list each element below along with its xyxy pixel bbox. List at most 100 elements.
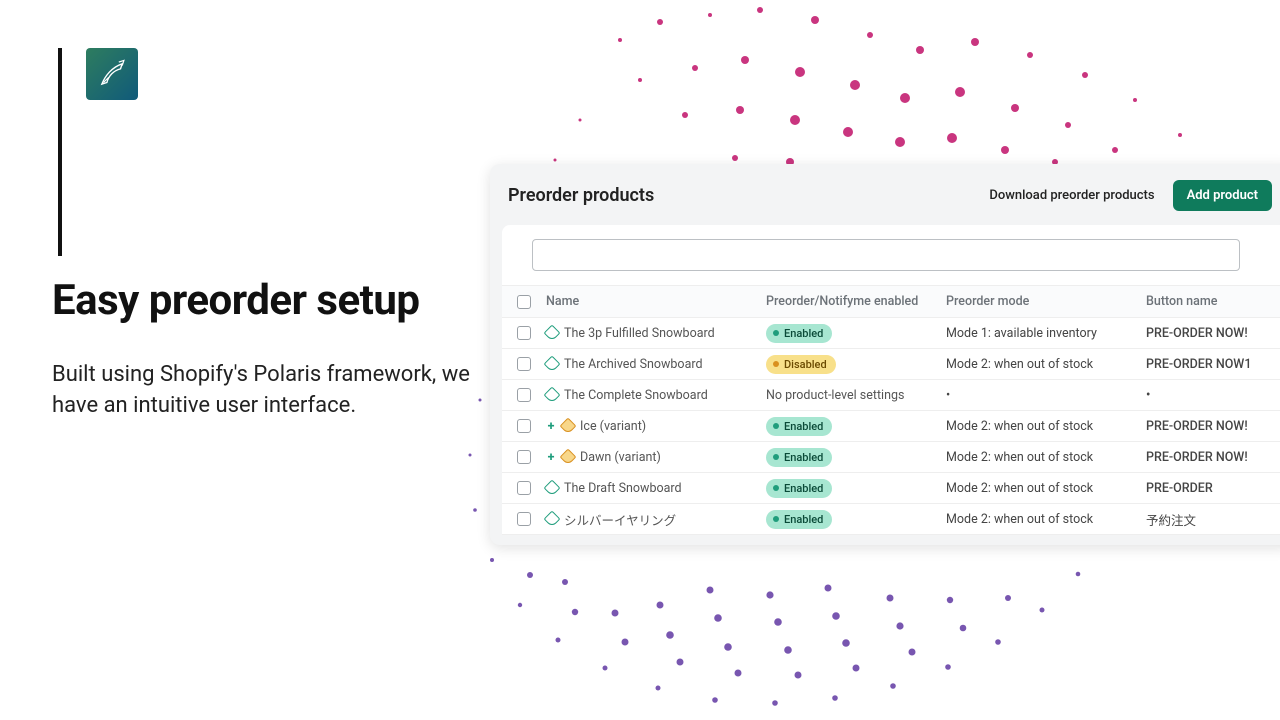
button-name: PRE-ORDER NOW1	[1146, 357, 1280, 372]
search-row	[502, 225, 1280, 285]
product-tag-icon	[544, 480, 561, 497]
row-checkbox-cell	[502, 481, 546, 495]
status-dot-icon	[773, 516, 779, 522]
hero-subhead: Built using Shopify's Polaris framework,…	[52, 360, 492, 422]
row-checkbox-cell	[502, 326, 546, 340]
preorder-mode: Mode 1: available inventory	[946, 326, 1146, 341]
add-product-button[interactable]: Add product	[1173, 180, 1272, 211]
table-row[interactable]: + Ice (variant) Enabled Mode 2: when out of…	[502, 411, 1280, 442]
status-cell: Enabled	[766, 510, 946, 529]
status-cell: Enabled	[766, 448, 946, 467]
button-name: PRE-ORDER NOW!	[1146, 326, 1280, 341]
table-row[interactable]: The Draft Snowboard Enabled Mode 2: when o…	[502, 473, 1280, 504]
row-checkbox[interactable]	[517, 450, 531, 464]
status-dot-icon	[773, 485, 779, 491]
variant-tag-icon	[560, 449, 577, 466]
status-label: Enabled	[784, 513, 823, 526]
product-tag-icon	[544, 387, 561, 404]
product-tag-icon	[544, 325, 561, 342]
row-checkbox-cell	[502, 419, 546, 433]
status-cell: Enabled	[766, 479, 946, 498]
product-name: The Archived Snowboard	[564, 357, 703, 372]
select-all-checkbox[interactable]	[517, 295, 531, 309]
product-name-cell: The Complete Snowboard	[546, 388, 766, 403]
preorder-mode: Mode 2: when out of stock	[946, 357, 1146, 372]
row-checkbox-cell	[502, 388, 546, 402]
table-row[interactable]: The Complete Snowboard No product-level s…	[502, 380, 1280, 411]
preorder-mode: Mode 2: when out of stock	[946, 512, 1146, 527]
row-checkbox[interactable]	[517, 419, 531, 433]
product-tag-icon	[544, 511, 561, 528]
hero-headline: Easy preorder setup	[52, 278, 420, 324]
product-name: The 3p Fulfilled Snowboard	[564, 326, 715, 341]
preorder-mode: Mode 2: when out of stock	[946, 481, 1146, 496]
row-checkbox[interactable]	[517, 357, 531, 371]
row-checkbox[interactable]	[517, 326, 531, 340]
search-input[interactable]	[532, 239, 1240, 271]
row-checkbox-cell	[502, 357, 546, 371]
status-badge: Enabled	[766, 510, 832, 529]
table-row[interactable]: シルバーイヤリング Enabled Mode 2: when out of stoc…	[502, 504, 1280, 535]
status-badge: Enabled	[766, 448, 832, 467]
status-label: Enabled	[784, 420, 823, 433]
status-badge: Enabled	[766, 417, 832, 436]
status-label: Disabled	[784, 358, 827, 371]
product-name: シルバーイヤリング	[564, 510, 676, 529]
products-table: Name Preorder/Notifyme enabled Preorder …	[502, 285, 1280, 535]
download-preorder-link[interactable]: Download preorder products	[989, 188, 1154, 203]
select-all-cell	[502, 295, 546, 309]
product-name: Ice (variant)	[580, 419, 646, 434]
table-row[interactable]: + Dawn (variant) Enabled Mode 2: when out o…	[502, 442, 1280, 473]
rocket-leaf-icon	[95, 57, 129, 91]
table-row[interactable]: The 3p Fulfilled Snowboard Enabled Mode 1:…	[502, 318, 1280, 349]
col-mode: Preorder mode	[946, 294, 1146, 309]
product-name-cell: + Dawn (variant)	[546, 450, 766, 465]
row-checkbox[interactable]	[517, 512, 531, 526]
table-row[interactable]: The Archived Snowboard Disabled Mode 2: wh…	[502, 349, 1280, 380]
accent-vertical-bar	[58, 48, 62, 256]
product-name-cell: The Draft Snowboard	[546, 481, 766, 496]
button-name: PRE-ORDER NOW!	[1146, 450, 1280, 465]
status-dot-icon	[773, 423, 779, 429]
status-badge: Enabled	[766, 324, 832, 343]
panel-title: Preorder products	[508, 185, 989, 206]
row-checkbox-cell	[502, 512, 546, 526]
button-name: 予約注文	[1146, 510, 1280, 529]
app-logo	[86, 48, 138, 100]
status-label: Enabled	[784, 327, 823, 340]
table-header-row: Name Preorder/Notifyme enabled Preorder …	[502, 286, 1280, 318]
preorder-mode: Mode 2: when out of stock	[946, 419, 1146, 434]
status-cell: Disabled	[766, 355, 946, 374]
product-name: The Draft Snowboard	[564, 481, 682, 496]
status-cell: Enabled	[766, 324, 946, 343]
panel-header: Preorder products Download preorder prod…	[490, 164, 1280, 225]
preorder-mode: •	[946, 388, 1146, 403]
status-dot-icon	[773, 361, 779, 367]
row-checkbox[interactable]	[517, 481, 531, 495]
expand-icon[interactable]: +	[546, 450, 556, 465]
status-dot-icon	[773, 330, 779, 336]
status-label: Enabled	[784, 482, 823, 495]
row-checkbox-cell	[502, 450, 546, 464]
status-cell: Enabled	[766, 417, 946, 436]
product-name-cell: The 3p Fulfilled Snowboard	[546, 326, 766, 341]
status-badge: Disabled	[766, 355, 836, 374]
status-badge: Enabled	[766, 479, 832, 498]
preorder-mode: Mode 2: when out of stock	[946, 450, 1146, 465]
expand-icon[interactable]: +	[546, 419, 556, 434]
product-name-cell: シルバーイヤリング	[546, 510, 766, 529]
button-name: PRE-ORDER	[1146, 481, 1280, 496]
product-name: The Complete Snowboard	[564, 388, 708, 403]
col-enabled: Preorder/Notifyme enabled	[766, 294, 946, 309]
row-checkbox[interactable]	[517, 388, 531, 402]
status-dot-icon	[773, 454, 779, 460]
product-name: Dawn (variant)	[580, 450, 661, 465]
preorder-products-panel: Preorder products Download preorder prod…	[490, 164, 1280, 545]
product-name-cell: The Archived Snowboard	[546, 357, 766, 372]
col-name: Name	[546, 294, 766, 309]
variant-tag-icon	[560, 418, 577, 435]
status-label: Enabled	[784, 451, 823, 464]
status-cell: No product-level settings	[766, 388, 946, 403]
col-button: Button name	[1146, 294, 1280, 309]
button-name: PRE-ORDER NOW!	[1146, 419, 1280, 434]
